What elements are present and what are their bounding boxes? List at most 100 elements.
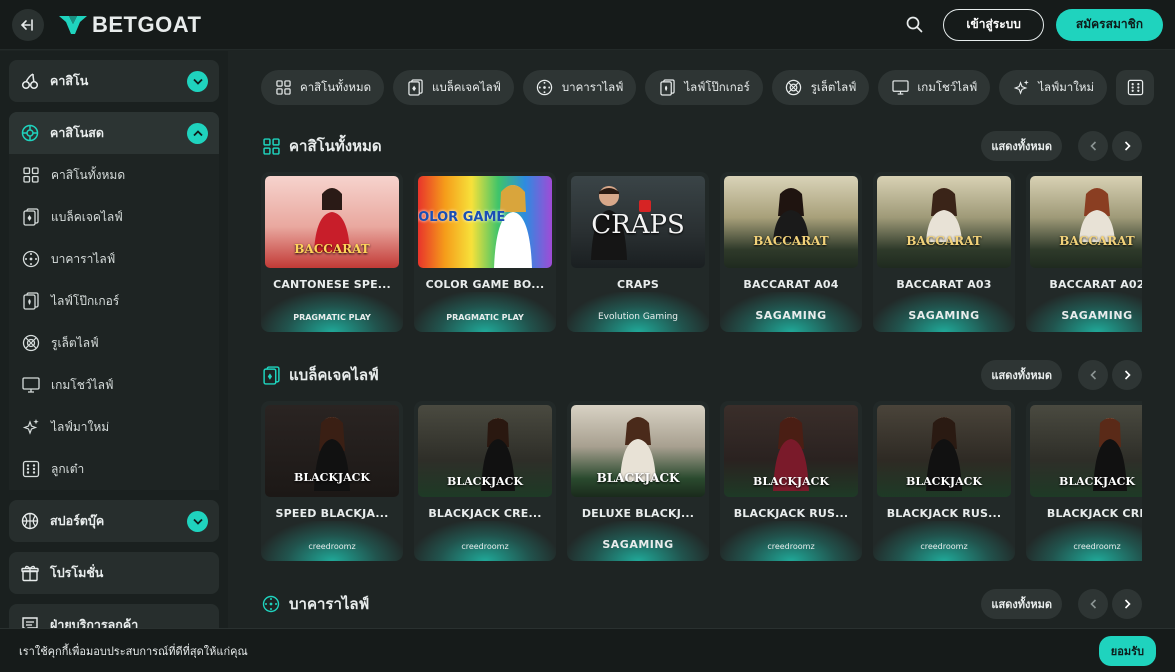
sidebar-item-gameshow[interactable]: เกมโชว์ไลฟ์ (9, 364, 219, 406)
filter-chip-all-casino[interactable]: คาสิโนทั้งหมด (261, 70, 385, 105)
game-card[interactable]: BLACKJACK DELUXE BLACKJ... SAGAMING (567, 401, 709, 561)
dice-icon (21, 459, 41, 479)
filter-chip-baccarat[interactable]: บาคาราไลฟ์ (522, 70, 637, 105)
game-provider: PRAGMATIC PLAY (446, 313, 524, 322)
game-provider: SAGAMING (1061, 309, 1133, 322)
game-provider: creedroomz (920, 542, 968, 551)
login-button[interactable]: เข้าสู่ระบบ (943, 8, 1044, 41)
roulette-icon (21, 333, 41, 353)
game-provider: creedroomz (461, 542, 509, 551)
prev-button[interactable] (1078, 589, 1108, 619)
game-art-title: BLACKJACK (1059, 475, 1135, 488)
chevron-right-icon (1124, 370, 1131, 380)
game-thumbnail: BLACKJACK (724, 405, 858, 497)
filter-chip-gameshow[interactable]: เกมโชว์ไลฟ์ (878, 70, 991, 105)
filter-chip-new-live[interactable]: ไลฟ์มาใหม่ (999, 70, 1108, 105)
game-art-title: BACCARAT (753, 234, 829, 248)
game-thumbnail: BACCARAT (877, 176, 1011, 268)
game-card[interactable]: BLACKJACK SPEED BLACKJA... creedroomz (261, 401, 403, 561)
game-thumbnail: BACCARAT (1030, 176, 1142, 268)
sidebar-item-roulette[interactable]: รูเล็ตไลฟ์ (9, 322, 219, 364)
brand-logo[interactable]: BETGOAT (58, 12, 201, 38)
section-header-baccarat: บาคาราไลฟ์ แสดงทั้งหมด (261, 587, 1142, 621)
next-button[interactable] (1112, 360, 1142, 390)
live-casino-icon (20, 123, 40, 143)
show-all-button[interactable]: แสดงทั้งหมด (981, 131, 1062, 161)
sparkle-star-icon (21, 417, 41, 437)
cherry-icon (20, 71, 40, 91)
sidebar-item-baccarat[interactable]: บาคาราไลฟ์ (9, 238, 219, 280)
chevron-down-icon[interactable] (187, 510, 208, 532)
section-title: แบล็คเจคไลฟ์ (289, 366, 379, 384)
chevron-left-icon (1089, 370, 1096, 380)
chevron-up-icon[interactable] (187, 122, 208, 144)
game-card[interactable]: BACCARAT BACCARAT A02 SAGAMING (1026, 172, 1142, 332)
game-card[interactable]: BLACKJACK BLACKJACK RUS... creedroomz (873, 401, 1015, 561)
sidebar-item-promotions[interactable]: โปรโมชั่น (9, 552, 219, 594)
filter-chip-label: รูเล็ตไลฟ์ (810, 79, 857, 94)
game-card[interactable]: CRAPS CRAPS Evolution Gaming (567, 172, 709, 332)
sidebar-item-all-casino[interactable]: คาสิโนทั้งหมด (9, 154, 219, 196)
game-thumbnail: BLACKJACK (265, 405, 399, 497)
show-all-button[interactable]: แสดงทั้งหมด (981, 589, 1062, 619)
game-carousel-all-casino: BACCARAT CANTONESE SPE... PRAGMATIC PLAY… (261, 172, 1142, 332)
sidebar-item-poker[interactable]: ไลฟ์โป๊กเกอร์ (9, 280, 219, 322)
game-carousel-blackjack: BLACKJACK SPEED BLACKJA... creedroomz BL… (261, 401, 1142, 561)
filter-chip-blackjack[interactable]: แบล็คเจคไลฟ์ (393, 70, 514, 105)
section-header-blackjack: แบล็คเจคไลฟ์ แสดงทั้งหมด (261, 358, 1142, 392)
sidebar-item-label: แบล็คเจคไลฟ์ (51, 209, 123, 224)
cookie-accept-button[interactable]: ยอมรับ (1098, 635, 1156, 666)
game-art-title: BLACKJACK (447, 475, 523, 488)
prev-button[interactable] (1078, 360, 1108, 390)
next-button[interactable] (1112, 589, 1142, 619)
game-name: BLACKJACK CRE (1046, 507, 1142, 520)
game-card[interactable]: BACCARAT BACCARAT A03 SAGAMING (873, 172, 1015, 332)
brand-name: BETGOAT (92, 11, 202, 37)
chevron-down-icon[interactable] (187, 70, 208, 92)
sidebar-group-casino[interactable]: คาสิโน (9, 60, 219, 102)
filter-chip-poker[interactable]: ไลฟ์โป๊กเกอร์ (645, 70, 763, 105)
game-thumbnail: BLACKJACK (418, 405, 552, 497)
filter-chip-dice[interactable] (1116, 70, 1155, 105)
cards-icon (406, 79, 424, 97)
chevron-right-icon (1124, 141, 1131, 151)
prev-button[interactable] (1078, 131, 1108, 161)
game-provider: SAGAMING (602, 538, 674, 551)
game-name: CANTONESE SPE... (273, 278, 391, 291)
search-button[interactable] (903, 14, 925, 36)
show-all-button[interactable]: แสดงทั้งหมด (981, 360, 1062, 390)
game-card[interactable]: BLACKJACK BLACKJACK CRE creedroomz (1026, 401, 1142, 561)
section-header-all-casino: คาสิโนทั้งหมด แสดงทั้งหมด (261, 129, 1142, 163)
filter-chip-roulette[interactable]: รูเล็ตไลฟ์ (771, 70, 870, 105)
game-card[interactable]: BACCARAT CANTONESE SPE... PRAGMATIC PLAY (261, 172, 403, 332)
cards-icon (21, 207, 41, 227)
cookie-banner: เราใช้คุกกี้เพื่อมอบประสบการณ์ที่ดีที่สุ… (0, 628, 1175, 672)
main-content: คาสิโนทั้งหมด แบล็คเจคไลฟ์ บาคาราไลฟ์ ไล… (228, 51, 1175, 672)
sidebar-item-blackjack[interactable]: แบล็คเจคไลฟ์ (9, 196, 219, 238)
card-glow (1026, 521, 1142, 561)
sidebar-item-label: ลูกเต๋า (51, 461, 85, 476)
filter-chip-label: ไลฟ์มาใหม่ (1038, 79, 1095, 94)
sidebar-item-new-live[interactable]: ไลฟ์มาใหม่ (9, 406, 219, 448)
game-thumbnail: BLACKJACK (571, 405, 705, 497)
sidebar-group-live-casino[interactable]: คาสิโนสด คาสิโนทั้งหมด แบล็คเจคไลฟ์ บาคา… (9, 112, 219, 490)
game-thumbnail: BLACKJACK (877, 405, 1011, 497)
roulette-icon (785, 79, 803, 97)
register-button[interactable]: สมัครสมาชิก (1055, 8, 1163, 41)
sparkle-star-icon (1012, 79, 1030, 97)
game-art-title: BLACKJACK (596, 471, 680, 485)
game-card[interactable]: BLACKJACK BLACKJACK RUS... creedroomz (720, 401, 862, 561)
next-button[interactable] (1112, 131, 1142, 161)
section-title: บาคาราไลฟ์ (289, 595, 370, 613)
game-provider: SAGAMING (755, 309, 827, 322)
chip-icon (21, 249, 41, 269)
game-card[interactable]: COLOR GAME COLOR GAME BO... PRAGMATIC PL… (414, 172, 556, 332)
sidebar-item-dice[interactable]: ลูกเต๋า (9, 448, 219, 490)
game-card[interactable]: BACCARAT BACCARAT A04 SAGAMING (720, 172, 862, 332)
game-art-title: BLACKJACK (753, 475, 829, 488)
sidebar-group-sportsbook[interactable]: สปอร์ตบุ๊ค (9, 500, 219, 542)
game-card[interactable]: BLACKJACK BLACKJACK CRE... creedroomz (414, 401, 556, 561)
collapse-menu-button[interactable] (12, 8, 44, 41)
game-art-title: BLACKJACK (906, 475, 982, 488)
poker-cards-icon (21, 291, 41, 311)
